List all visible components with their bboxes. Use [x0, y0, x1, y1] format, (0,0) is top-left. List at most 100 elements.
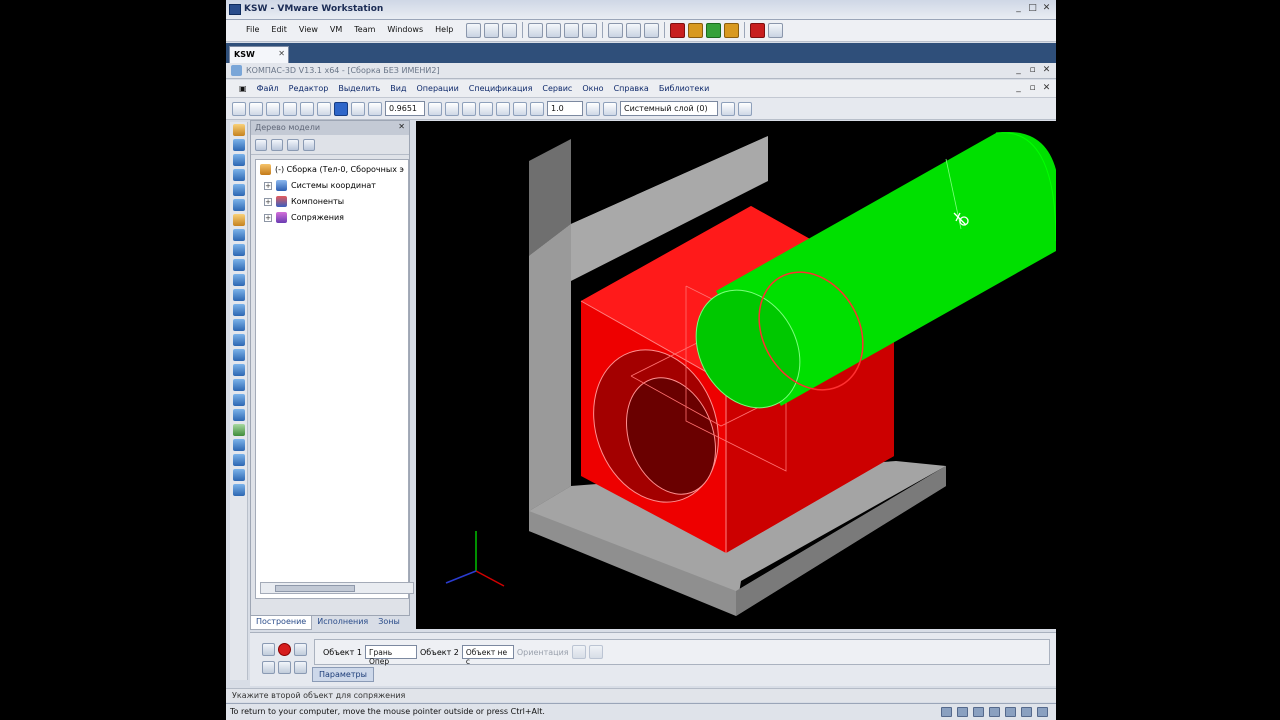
- measure-icon[interactable]: [233, 349, 245, 361]
- k-menu-editor[interactable]: Редактор: [284, 84, 334, 93]
- view-appliance-icon[interactable]: [626, 22, 641, 38]
- search-icon[interactable]: [233, 484, 245, 496]
- vm-menu-help[interactable]: Help: [429, 25, 459, 34]
- view-unity-icon[interactable]: [582, 22, 597, 38]
- close-icon[interactable]: ✕: [1041, 3, 1052, 14]
- k-menu-libraries[interactable]: Библиотеки: [654, 84, 714, 93]
- tree-node-coordinates[interactable]: + Системы координат: [264, 180, 376, 191]
- replay-icon[interactable]: [768, 22, 783, 38]
- edit-assembly-icon[interactable]: [233, 139, 245, 151]
- sound-icon[interactable]: [1021, 707, 1032, 717]
- k-menu-service[interactable]: Сервис: [537, 84, 577, 93]
- tab-close-icon[interactable]: ✕: [278, 49, 285, 58]
- vm-tab-ksw[interactable]: KSW ✕: [229, 46, 289, 63]
- tab-construction[interactable]: Построение: [250, 616, 313, 630]
- diagnose-icon[interactable]: [233, 469, 245, 481]
- shade-icon[interactable]: [479, 101, 493, 116]
- revert-icon[interactable]: [484, 22, 499, 38]
- plane-icon[interactable]: [233, 289, 245, 301]
- report-icon[interactable]: [233, 454, 245, 466]
- auto-create-icon[interactable]: [294, 643, 307, 656]
- record-icon[interactable]: [750, 22, 765, 38]
- insert-component-icon[interactable]: [233, 214, 245, 226]
- open-file-icon[interactable]: [249, 101, 263, 116]
- vm-menu-vm[interactable]: VM: [324, 25, 348, 34]
- orient-icon[interactable]: [462, 101, 476, 116]
- restore-icon[interactable]: ▫: [1027, 65, 1038, 76]
- tree-view-icon[interactable]: [271, 138, 283, 151]
- tree-select-icon[interactable]: [255, 138, 267, 151]
- k-menu-file[interactable]: Файл: [252, 84, 284, 93]
- view-quickswitch-icon[interactable]: [546, 22, 561, 38]
- model-viewport[interactable]: [416, 121, 1056, 629]
- k-menu-window[interactable]: Окно: [577, 84, 608, 93]
- curve-icon[interactable]: [233, 334, 245, 346]
- shell-icon[interactable]: [233, 394, 245, 406]
- spec-icon[interactable]: [233, 439, 245, 451]
- cdrom-icon[interactable]: [957, 707, 968, 717]
- vm-menu-edit[interactable]: Edit: [265, 25, 293, 34]
- zoom-icon[interactable]: [368, 101, 382, 116]
- stop-icon[interactable]: [278, 643, 291, 656]
- create-object-icon[interactable]: [262, 661, 275, 674]
- tab-zones[interactable]: Зоны: [373, 616, 405, 630]
- maximize-icon[interactable]: □: [1027, 3, 1038, 14]
- array-icon[interactable]: [233, 199, 245, 211]
- scroll-thumb[interactable]: [275, 585, 355, 592]
- power-off-icon[interactable]: [670, 22, 685, 38]
- panel-close-icon[interactable]: ✕: [398, 122, 405, 131]
- check-icon[interactable]: [233, 424, 245, 436]
- layer-properties-icon[interactable]: [721, 101, 735, 116]
- tree-root-assembly[interactable]: (-) Сборка (Тел-0, Сборочных э: [260, 164, 404, 175]
- vm-menu-view[interactable]: View: [293, 25, 324, 34]
- snapshot-icon[interactable]: [466, 22, 481, 38]
- fillet-icon[interactable]: [233, 364, 245, 376]
- tree-node-components[interactable]: + Компоненты: [264, 196, 344, 207]
- axis-icon[interactable]: [233, 304, 245, 316]
- print-icon[interactable]: [283, 101, 297, 116]
- mate-icon[interactable]: [233, 184, 245, 196]
- manager-icon[interactable]: [334, 101, 348, 116]
- hole-icon[interactable]: [233, 244, 245, 256]
- close-icon[interactable]: ✕: [1041, 83, 1052, 94]
- vm-menu-windows[interactable]: Windows: [381, 25, 429, 34]
- expand-icon[interactable]: +: [264, 213, 272, 222]
- save-icon[interactable]: [266, 101, 280, 116]
- tree-horizontal-scrollbar[interactable]: [260, 582, 414, 594]
- cancel-icon[interactable]: [278, 661, 291, 674]
- zoom-scale-field[interactable]: 0.9651: [385, 101, 425, 116]
- layer-select[interactable]: Системный слой (0): [620, 101, 718, 116]
- minimize-icon[interactable]: _: [1013, 3, 1024, 14]
- k-menu-select[interactable]: Выделить: [333, 84, 385, 93]
- section-icon[interactable]: [496, 101, 510, 116]
- k-menu-specification[interactable]: Спецификация: [464, 84, 538, 93]
- new-file-icon[interactable]: [232, 101, 246, 116]
- power-on-icon[interactable]: [706, 22, 721, 38]
- variables-icon[interactable]: [738, 101, 752, 116]
- object2-field[interactable]: Объект не с: [461, 645, 514, 666]
- network-icon[interactable]: [989, 707, 1000, 717]
- hdd-icon[interactable]: [941, 707, 952, 717]
- step-icon[interactable]: [530, 101, 544, 116]
- k-menu-view[interactable]: Вид: [385, 84, 411, 93]
- floppy-icon[interactable]: [973, 707, 984, 717]
- message-icon[interactable]: [1037, 707, 1048, 717]
- orientation-same-icon[interactable]: [571, 645, 586, 659]
- expand-icon[interactable]: +: [264, 181, 272, 190]
- component-icon[interactable]: [233, 124, 245, 136]
- close-icon[interactable]: ✕: [1041, 65, 1052, 76]
- orientation-opposite-icon[interactable]: [588, 645, 603, 659]
- tab-parameters[interactable]: Параметры: [312, 667, 374, 682]
- snapshot-manager-icon[interactable]: [502, 22, 517, 38]
- pan-icon[interactable]: [428, 101, 442, 116]
- step-field[interactable]: 1.0: [547, 101, 583, 116]
- document-icon[interactable]: ▣: [234, 84, 252, 93]
- vm-menu-team[interactable]: Team: [348, 25, 381, 34]
- ortho-icon[interactable]: [586, 101, 600, 116]
- help-icon[interactable]: [294, 661, 307, 674]
- rotate-component-icon[interactable]: [233, 169, 245, 181]
- view-fullscreen-icon[interactable]: [528, 22, 543, 38]
- suspend-icon[interactable]: [688, 22, 703, 38]
- rotate-icon[interactable]: [445, 101, 459, 116]
- view-team-icon[interactable]: [644, 22, 659, 38]
